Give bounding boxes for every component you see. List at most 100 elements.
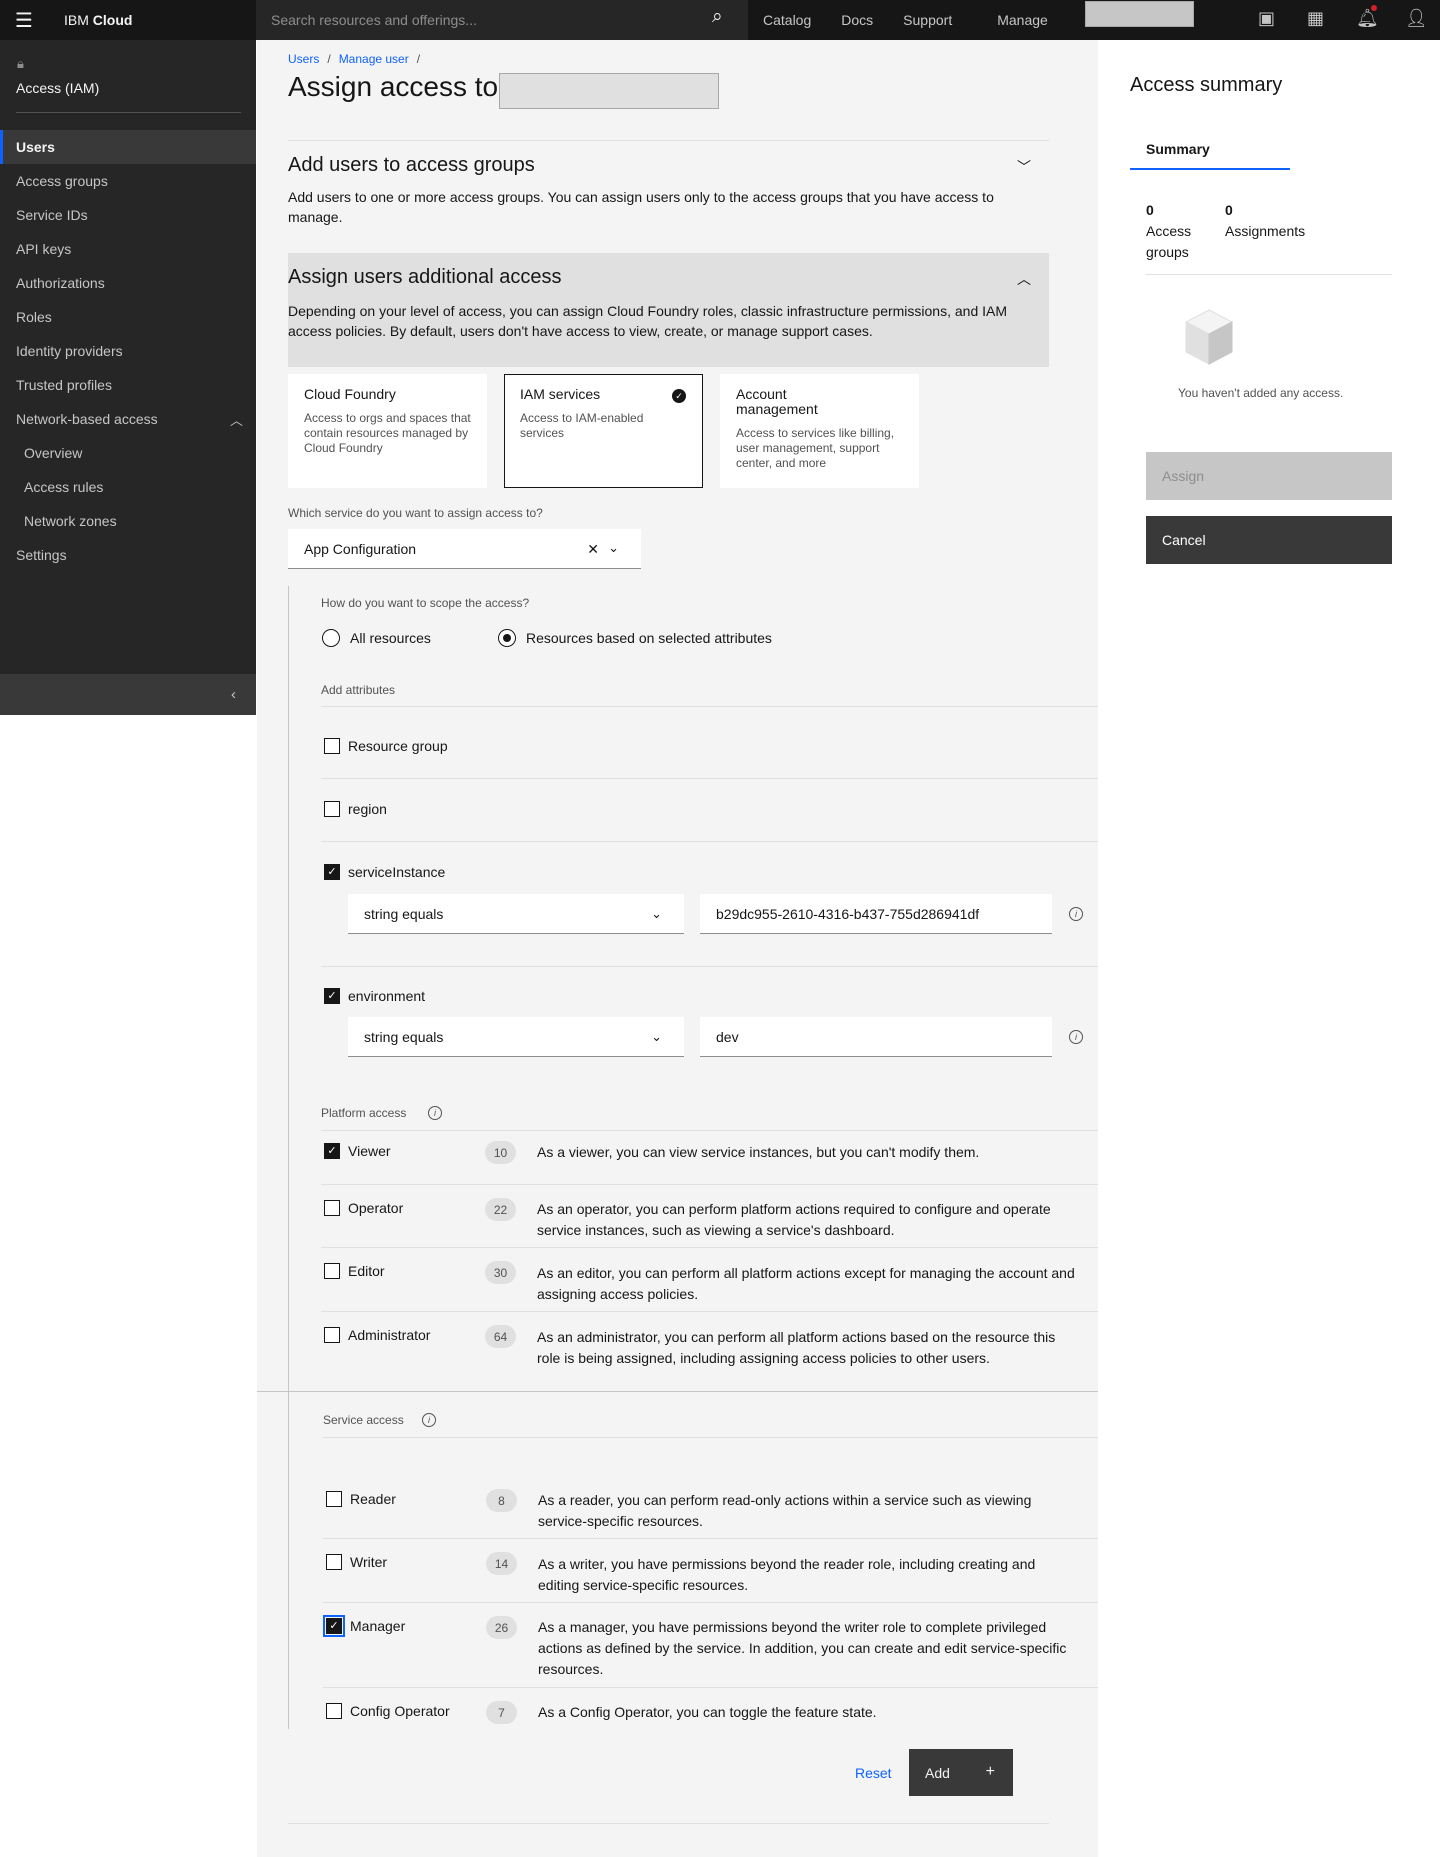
attribute-region[interactable]: region [324, 801, 387, 817]
role-count-tag: 8 [486, 1489, 517, 1512]
redacted-user-name [499, 73, 719, 109]
hamburger-menu-icon[interactable]: ☰ [0, 0, 48, 40]
radio-button[interactable] [498, 629, 516, 647]
sidebar-item-network-zones[interactable]: Network zones [0, 504, 256, 538]
sidebar-item-roles[interactable]: Roles [0, 300, 256, 334]
nav-docs[interactable]: Docs [826, 12, 888, 28]
checkbox[interactable] [324, 1263, 340, 1279]
sidebar-item-authorizations[interactable]: Authorizations [0, 266, 256, 300]
role-administrator[interactable]: Administrator [324, 1327, 430, 1343]
chevron-down-icon[interactable]: ⌄ [608, 540, 619, 556]
user-avatar-icon[interactable]: 👤︎ [1405, 8, 1428, 29]
checkbox-checked[interactable]: ✓ [324, 864, 340, 880]
checkbox-checked[interactable]: ✓ [324, 988, 340, 1004]
sidebar-item-access-groups[interactable]: Access groups [0, 164, 256, 198]
notifications-icon[interactable]: 🔔︎ [1356, 8, 1379, 29]
checkbox[interactable] [324, 738, 340, 754]
role-editor[interactable]: Editor [324, 1263, 385, 1279]
checkbox[interactable] [324, 801, 340, 817]
tile-account-management[interactable]: Account management Access to services li… [720, 374, 919, 488]
attribute-resource-group[interactable]: Resource group [324, 738, 448, 754]
empty-state-text: You haven't added any access. [1178, 386, 1344, 400]
radio-selected-attributes[interactable]: Resources based on selected attributes [498, 629, 772, 647]
cost-estimator-icon[interactable]: ▦ [1307, 8, 1324, 29]
checkbox-checked[interactable]: ✓ [323, 1615, 345, 1637]
sidebar-item-service-ids[interactable]: Service IDs [0, 198, 256, 232]
info-icon[interactable]: i [1069, 1030, 1083, 1044]
assign-button[interactable]: Assign [1146, 452, 1392, 500]
sidebar-item-identity-providers[interactable]: Identity providers [0, 334, 256, 368]
tab-summary[interactable]: Summary [1130, 131, 1290, 170]
environment-operator-select[interactable]: string equals ⌄ [348, 1017, 684, 1057]
accordion-access-groups[interactable]: Add users to access groups ﹀ Add users t… [288, 140, 1049, 253]
nav-support[interactable]: Support [888, 12, 967, 28]
sidebar-item-api-keys[interactable]: API keys [0, 232, 256, 266]
checkbox[interactable] [324, 1327, 340, 1343]
breadcrumb-separator: / [416, 52, 421, 66]
environment-value-input[interactable]: dev [700, 1017, 1052, 1057]
checkbox[interactable] [324, 1200, 340, 1216]
chevron-up-icon[interactable]: ︿ [1017, 269, 1031, 289]
accordion-additional-access[interactable]: Assign users additional access ︿ Dependi… [288, 253, 1049, 367]
tile-iam-services[interactable]: IAM services Access to IAM-enabled servi… [504, 374, 703, 488]
sidebar-item-network-based-access[interactable]: Network-based access ︿ [0, 402, 256, 436]
sidebar-item-overview[interactable]: Overview [0, 436, 256, 470]
radio-button[interactable] [322, 629, 340, 647]
info-icon[interactable]: i [428, 1106, 442, 1120]
service-instance-value-input[interactable]: b29dc955-2610-4316-b437-755d286941df [700, 894, 1052, 934]
chevron-down-icon[interactable]: ﹀ [1017, 157, 1031, 177]
sidebar-item-settings[interactable]: Settings [0, 538, 256, 572]
top-bar: ☰ IBM Cloud Search resources and offerin… [0, 0, 1440, 40]
platform-access-label: Platform access [321, 1106, 407, 1120]
nav-catalog[interactable]: Catalog [748, 12, 826, 28]
role-reader[interactable]: Reader [326, 1491, 396, 1507]
breadcrumb-users[interactable]: Users [288, 52, 319, 66]
sidebar-item-trusted-profiles[interactable]: Trusted profiles [0, 368, 256, 402]
divider [321, 778, 1098, 779]
sidebar-collapse-button[interactable]: ‹ [0, 674, 256, 715]
role-viewer[interactable]: ✓ Viewer [324, 1143, 391, 1159]
role-description: As a writer, you have permissions beyond… [538, 1556, 1036, 1593]
info-icon[interactable]: i [1069, 907, 1083, 921]
account-switcher[interactable] [1085, 1, 1194, 27]
role-description: As a manager, you have permissions beyon… [538, 1619, 1067, 1677]
brand-logo[interactable]: IBM Cloud [48, 12, 256, 28]
service-select[interactable]: App Configuration ✕ ⌄ [288, 529, 641, 569]
info-icon[interactable]: i [422, 1413, 436, 1427]
role-name: Operator [348, 1200, 404, 1216]
tile-description: Access to services like billing, user ma… [736, 426, 895, 470]
checkbox-checked[interactable]: ✓ [324, 1143, 340, 1159]
search-input[interactable]: Search resources and offerings... [256, 0, 748, 40]
role-config-operator[interactable]: Config Operator [326, 1703, 450, 1719]
cloud-shell-icon[interactable]: ▣ [1258, 8, 1275, 29]
service-instance-operator-select[interactable]: string equals ⌄ [348, 894, 684, 934]
role-description: As an operator, you can perform platform… [537, 1201, 1051, 1238]
search-icon[interactable]: ⌕ [712, 6, 723, 28]
breadcrumb-manage-user[interactable]: Manage user [339, 52, 409, 66]
role-name: Reader [350, 1491, 396, 1507]
stat-label: Access groups [1146, 223, 1192, 260]
tile-description: Access to IAM-enabled services [520, 411, 644, 440]
role-name: Editor [348, 1263, 385, 1279]
reset-button[interactable]: Reset [855, 1765, 892, 1781]
attribute-environment[interactable]: ✓ environment [324, 988, 425, 1004]
checkbox-label: Resource group [348, 738, 448, 754]
sidebar-item-access-rules[interactable]: Access rules [0, 470, 256, 504]
add-button[interactable]: Add + [909, 1749, 1013, 1796]
checkbox[interactable] [326, 1703, 342, 1719]
cancel-button[interactable]: Cancel [1146, 516, 1392, 564]
tile-title: IAM services [520, 386, 601, 402]
chevron-down-icon: ⌄ [651, 1029, 662, 1044]
stat-count: 0 [1225, 202, 1233, 218]
tile-cloud-foundry[interactable]: Cloud Foundry Access to orgs and spaces … [288, 374, 487, 488]
role-operator[interactable]: Operator [324, 1200, 403, 1216]
role-writer[interactable]: Writer [326, 1554, 387, 1570]
radio-all-resources[interactable]: All resources [322, 629, 431, 647]
role-manager[interactable]: ✓ Manager [323, 1615, 405, 1637]
sidebar-item-users[interactable]: Users [0, 130, 256, 164]
notification-badge [1371, 5, 1377, 11]
checkbox[interactable] [326, 1491, 342, 1507]
checkbox[interactable] [326, 1554, 342, 1570]
clear-icon[interactable]: ✕ [587, 541, 599, 558]
attribute-service-instance[interactable]: ✓ serviceInstance [324, 864, 445, 880]
